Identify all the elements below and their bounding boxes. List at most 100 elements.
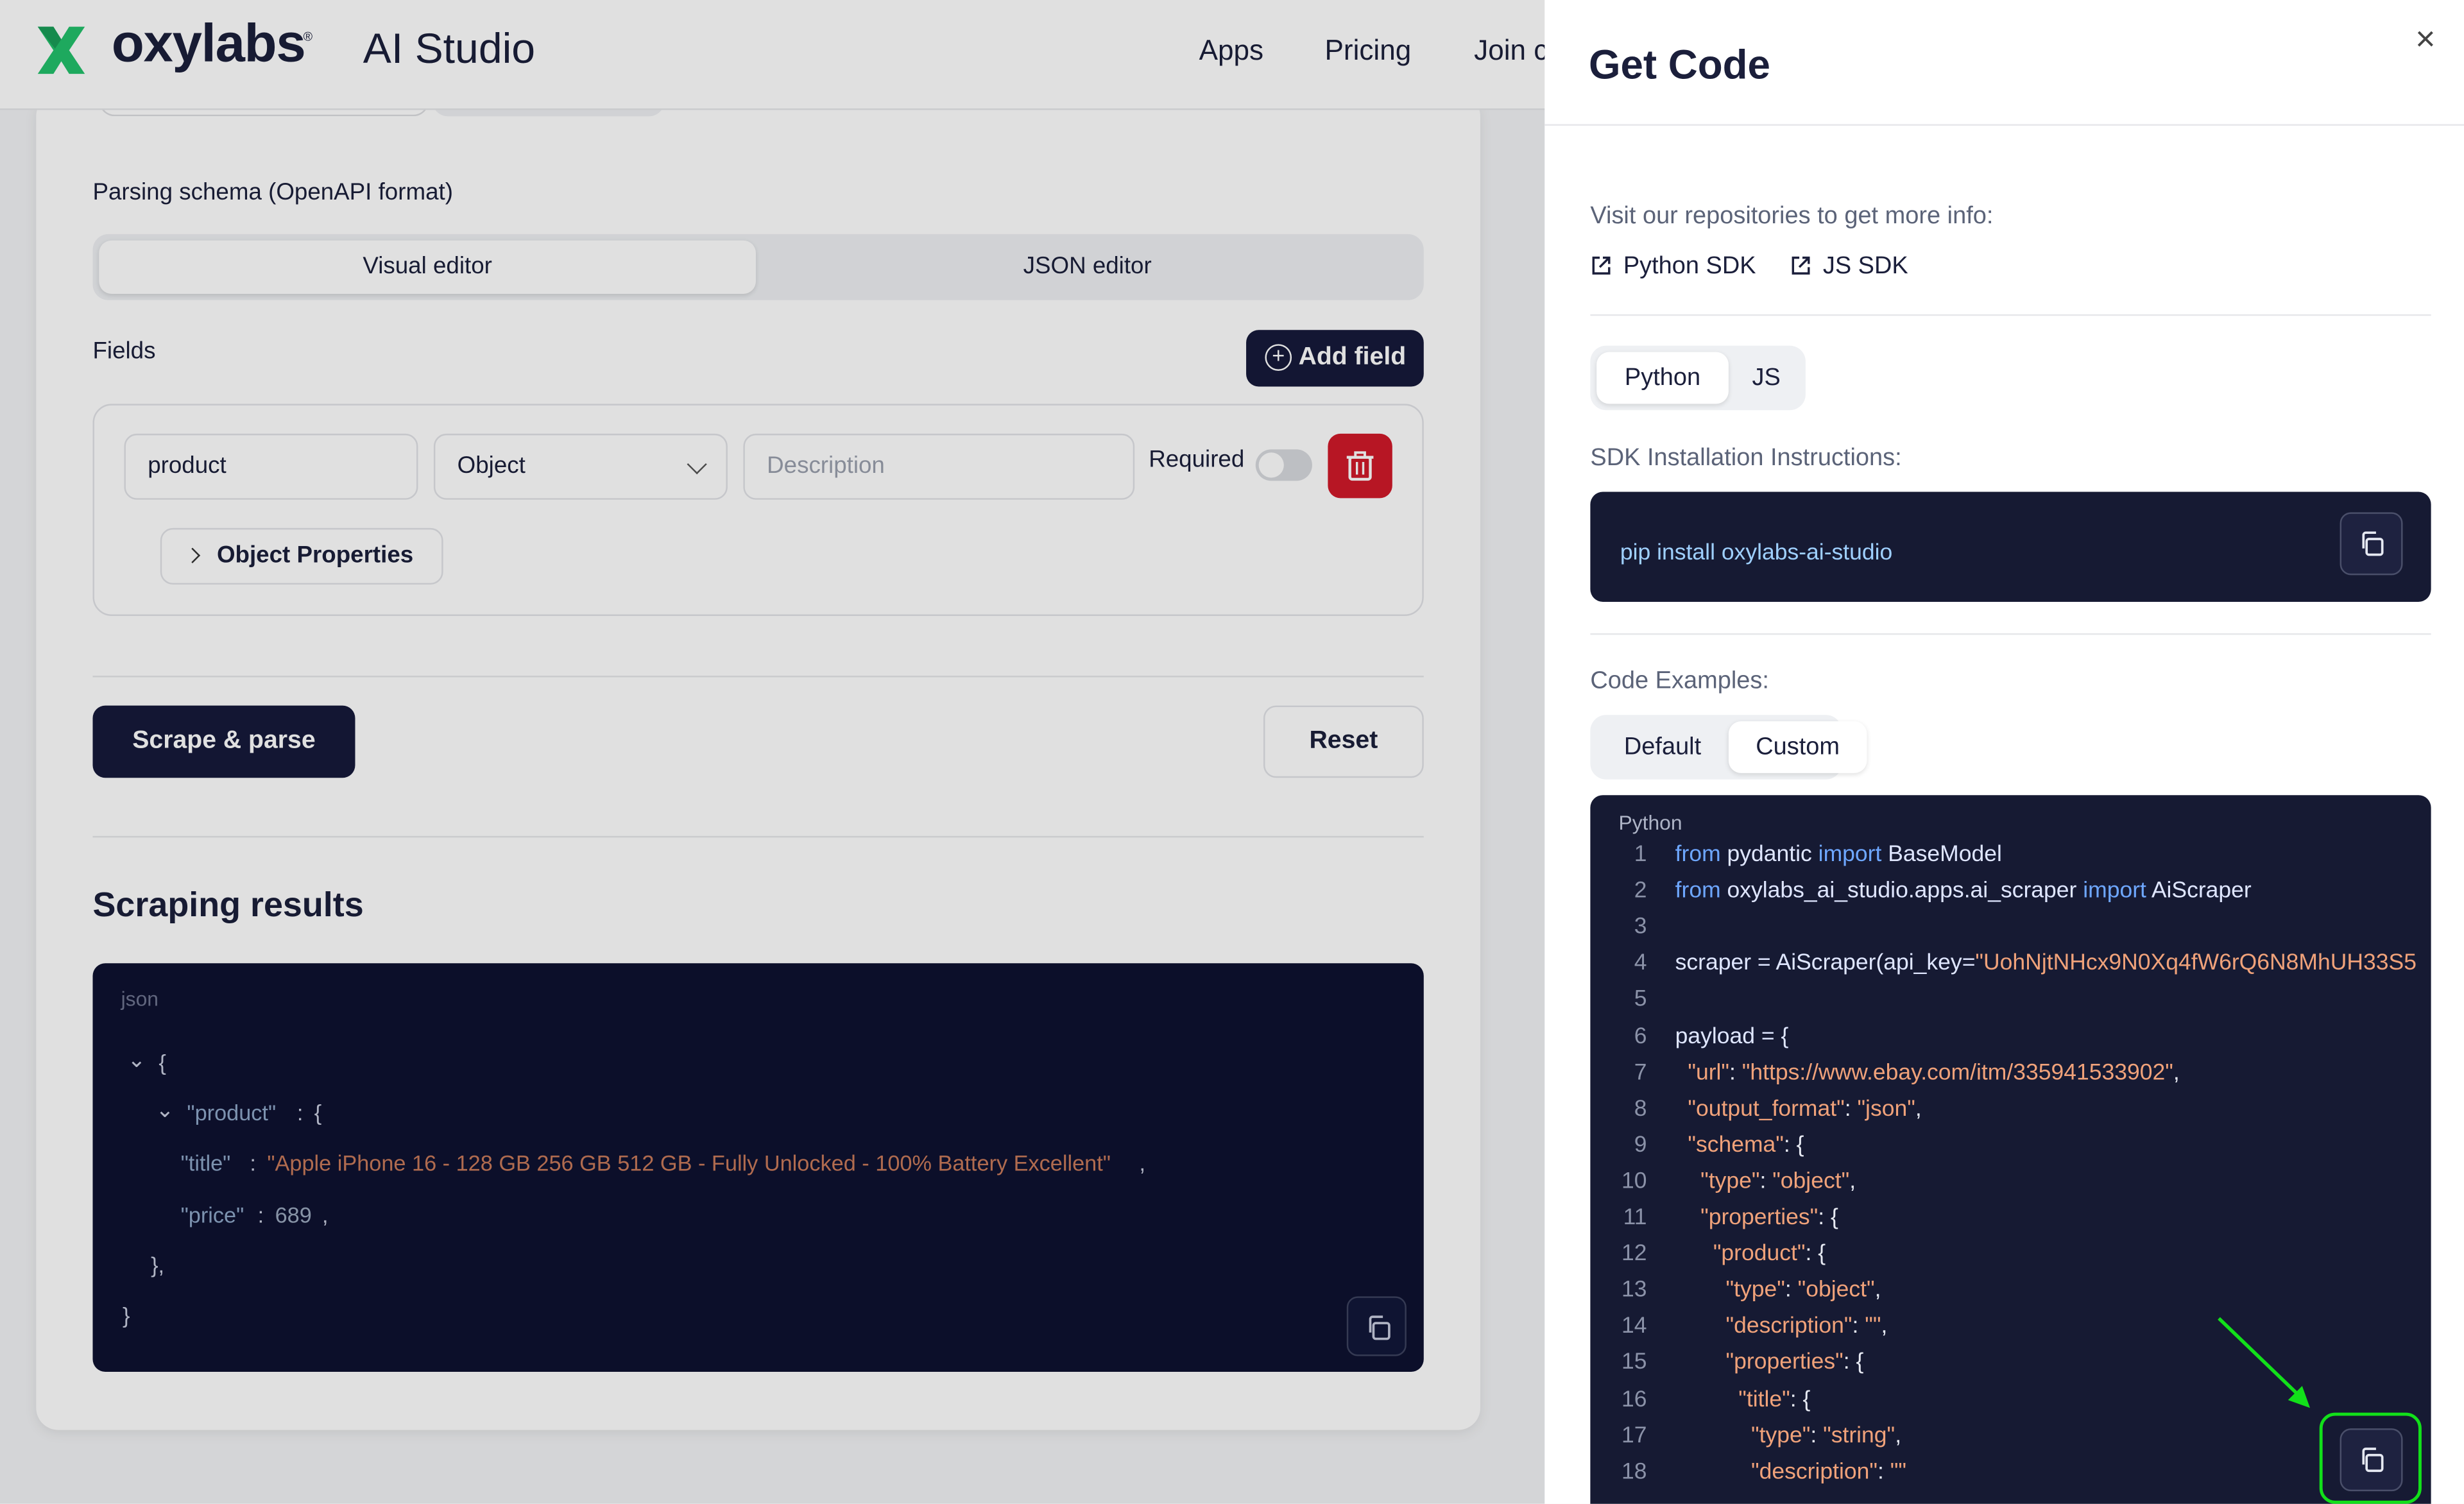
code-token: "properties" — [1675, 1350, 1844, 1376]
line-number: 6 — [1634, 1023, 1647, 1049]
code-token: "properties" — [1675, 1205, 1818, 1231]
code-token: : — [1810, 1423, 1824, 1448]
code-line: "properties": { — [1675, 1351, 1864, 1376]
modal-overlay[interactable] — [0, 0, 1545, 1504]
line-number: 7 — [1634, 1060, 1647, 1086]
python-sdk-link[interactable]: Python SDK — [1590, 253, 1756, 281]
code-token: "UohNjtNHcx9N0Xq4fW6rQ6N8MhUH33S5 — [1975, 951, 2417, 977]
divider — [1590, 633, 2431, 635]
code-token: import — [2083, 878, 2146, 904]
install-command-block: pip install oxylabs-ai-studio — [1590, 491, 2431, 602]
js-sdk-link[interactable]: JS SDK — [1790, 253, 1908, 281]
get-code-drawer: Get Code × Visit our repositories to get… — [1544, 0, 2464, 1504]
code-token: from — [1675, 842, 1721, 867]
code-token: AiScraper — [2146, 878, 2252, 904]
code-token: : — [1877, 1459, 1890, 1485]
code-token: "json" — [1857, 1096, 1915, 1122]
external-link-icon — [1592, 256, 1611, 275]
line-number: 18 — [1621, 1459, 1647, 1485]
code-line: "description": "", — [1675, 1314, 1888, 1339]
code-line: "description": "" — [1675, 1459, 1906, 1484]
tab-python[interactable]: Python — [1596, 352, 1729, 404]
code-example-block: Python 1 from pydantic import BaseModel 2 f… — [1590, 795, 2431, 1504]
copy-icon — [2362, 531, 2384, 556]
code-token: : { — [1805, 1241, 1826, 1267]
code-line: scraper = AiScraper(api_key="UohNjtNHcx9… — [1675, 951, 2417, 976]
code-token: : { — [1783, 1132, 1804, 1158]
language-tabs: Python JS — [1590, 345, 1806, 411]
repos-label: Visit our repositories to get more info: — [1590, 202, 1994, 230]
code-token: "https://www.ebay.com/itm/335941533902" — [1741, 1060, 2173, 1086]
close-icon[interactable]: × — [2415, 19, 2435, 60]
line-number: 14 — [1621, 1314, 1647, 1340]
example-tabs: Default Custom — [1590, 715, 1867, 780]
copy-install-button[interactable] — [2340, 512, 2403, 576]
divider — [1544, 124, 2464, 126]
drawer-title: Get Code — [1588, 40, 1770, 89]
code-line: "url": "https://www.ebay.com/itm/3359415… — [1675, 1060, 2179, 1086]
code-line: "product": { — [1675, 1242, 1826, 1267]
code-token: "type" — [1675, 1278, 1785, 1303]
code-token: : — [1844, 1096, 1858, 1122]
examples-label: Code Examples: — [1590, 667, 1769, 695]
install-label: SDK Installation Instructions: — [1590, 445, 1902, 472]
code-line: "title": { — [1675, 1387, 1811, 1412]
code-token: : — [1852, 1314, 1865, 1340]
tab-default[interactable]: Default — [1596, 721, 1729, 773]
code-token: "url" — [1675, 1060, 1730, 1086]
line-number: 15 — [1621, 1350, 1647, 1376]
code-token: "string" — [1823, 1423, 1895, 1448]
line-number: 17 — [1621, 1423, 1647, 1448]
code-token: "schema" — [1675, 1132, 1784, 1158]
code-token: , — [1915, 1096, 1922, 1122]
code-token: scraper = AiScraper(api_key= — [1675, 951, 1976, 977]
code-token: : { — [1790, 1387, 1811, 1412]
copy-button-highlight — [2319, 1412, 2422, 1504]
code-line: "type": "string", — [1675, 1423, 1901, 1448]
code-token: : { — [1843, 1350, 1864, 1376]
tab-custom[interactable]: Custom — [1728, 721, 1867, 773]
code-line: "schema": { — [1675, 1132, 1804, 1158]
line-number: 3 — [1634, 914, 1647, 940]
tab-js[interactable]: JS — [1732, 352, 1801, 404]
app-background: oxylabs ® AI Studio Apps Pricing Join c … — [0, 0, 1545, 1504]
code-token: "product" — [1675, 1241, 1806, 1267]
code-token: "title" — [1675, 1387, 1790, 1412]
code-token: , — [1895, 1423, 1902, 1448]
line-number: 1 — [1634, 842, 1647, 867]
line-number: 12 — [1621, 1241, 1647, 1267]
code-token: pydantic — [1720, 842, 1818, 867]
code-line: payload = { — [1675, 1024, 1789, 1049]
line-number: 9 — [1634, 1132, 1647, 1158]
line-number: 4 — [1634, 951, 1647, 977]
install-command: pip install oxylabs-ai-studio — [1620, 540, 1893, 566]
code-token: : — [1759, 1168, 1773, 1194]
code-token: "type" — [1675, 1423, 1811, 1448]
line-number: 8 — [1634, 1096, 1647, 1122]
python-sdk-label: Python SDK — [1623, 253, 1756, 280]
external-link-icon — [1792, 256, 1810, 275]
code-token: "description" — [1675, 1314, 1852, 1340]
code-token: import — [1818, 842, 1882, 867]
code-token: from — [1675, 878, 1721, 904]
line-number: 16 — [1621, 1387, 1647, 1412]
divider — [1590, 314, 2431, 316]
code-line: "properties": { — [1675, 1205, 1838, 1230]
code-line: "type": "object", — [1675, 1278, 1881, 1303]
line-number: 13 — [1621, 1278, 1647, 1303]
code-token: payload = { — [1675, 1023, 1789, 1049]
code-token: : { — [1818, 1205, 1838, 1231]
code-line: "type": "object", — [1675, 1169, 1856, 1194]
line-number: 5 — [1634, 987, 1647, 1013]
code-token: "" — [1865, 1314, 1881, 1340]
code-token: "description" — [1675, 1459, 1878, 1485]
code-token: , — [1881, 1314, 1888, 1340]
code-line: from oxylabs_ai_studio.apps.ai_scraper i… — [1675, 878, 2252, 903]
code-token: BaseModel — [1881, 842, 2002, 867]
code-token: "object" — [1797, 1278, 1875, 1303]
code-token: , — [1849, 1168, 1856, 1194]
code-token: : — [1784, 1278, 1798, 1303]
line-number: 10 — [1621, 1168, 1647, 1194]
code-lang-label: Python — [1618, 810, 1682, 835]
code-token: "output_format" — [1675, 1096, 1845, 1122]
